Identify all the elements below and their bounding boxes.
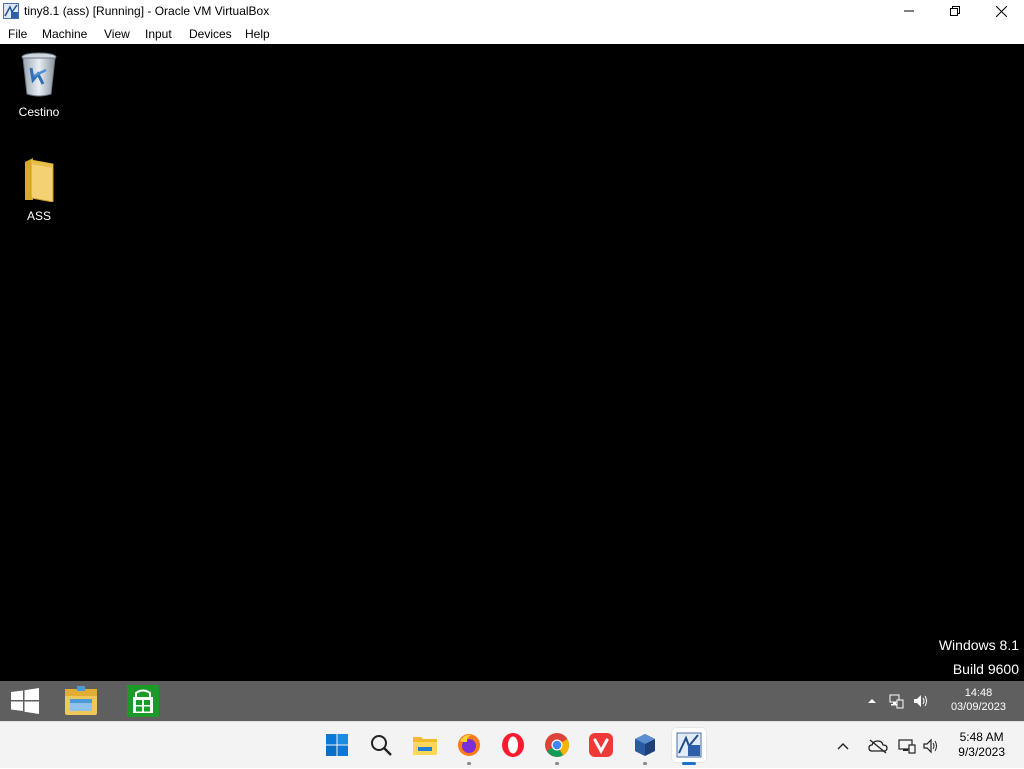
virtualbox-icon <box>635 734 655 756</box>
host-opera[interactable] <box>496 728 530 762</box>
chevron-up-icon[interactable] <box>836 739 850 753</box>
network-icon[interactable] <box>898 738 916 754</box>
desktop-icon-ass-folder[interactable]: ASS <box>3 156 75 223</box>
vm-clock-date: 03/09/2023 <box>950 701 1006 713</box>
vm-start-button[interactable] <box>6 681 44 721</box>
host-file-explorer[interactable] <box>408 728 442 762</box>
virtualbox-vm-icon <box>676 732 702 758</box>
menu-devices[interactable]: Devices <box>189 27 232 41</box>
desktop-icon-label: Cestino <box>18 105 60 119</box>
vm-system-tray <box>866 681 928 721</box>
host-clock[interactable]: 5:48 AM 9/3/2023 <box>958 730 1005 760</box>
store-icon <box>127 685 159 717</box>
host-chrome[interactable] <box>540 728 574 765</box>
vm-clock-time: 14:48 <box>964 687 993 699</box>
windows-version-watermark: Windows 8.1 <box>938 637 1019 653</box>
onedrive-icon[interactable] <box>868 738 888 754</box>
desktop-icon-label: ASS <box>26 209 51 223</box>
menu-file[interactable]: File <box>8 27 27 41</box>
search-icon <box>371 735 392 756</box>
vm-clock[interactable]: 14:48 03/09/2023 <box>951 686 1006 714</box>
host-clock-time: 5:48 AM <box>959 730 1004 744</box>
menu-view[interactable]: View <box>104 27 130 41</box>
close-button[interactable] <box>978 0 1024 22</box>
volume-icon[interactable] <box>922 738 940 754</box>
window-title: tiny8.1 (ass) [Running] - Oracle VM Virt… <box>24 4 270 18</box>
restore-icon <box>950 6 960 16</box>
host-clock-date: 9/3/2023 <box>958 745 1005 759</box>
folder-icon <box>25 158 54 203</box>
network-icon[interactable] <box>888 693 904 709</box>
vm-screen[interactable]: Cestino ASS Windows 8.1 Build 9600 <box>0 44 1024 681</box>
host-system-tray <box>836 722 940 769</box>
file-explorer-icon <box>413 737 437 755</box>
restore-button[interactable] <box>932 0 978 22</box>
chrome-icon <box>545 733 570 757</box>
vm-taskbar-store[interactable] <box>124 681 162 721</box>
windows-build-watermark: Build 9600 <box>952 661 1019 677</box>
vm-taskbar-file-explorer[interactable] <box>60 681 102 721</box>
running-indicator <box>555 762 559 765</box>
menu-machine[interactable]: Machine <box>42 27 87 41</box>
firefox-icon <box>458 734 480 756</box>
running-indicator <box>643 762 647 765</box>
virtualbox-vm-icon <box>3 3 19 19</box>
volume-icon[interactable] <box>912 693 928 709</box>
host-vivaldi[interactable] <box>584 728 618 762</box>
menu-bar: File Machine View Input Devices Help <box>0 22 1024 44</box>
vm-taskbar: 14:48 03/09/2023 <box>0 681 1024 721</box>
menu-input[interactable]: Input <box>145 27 172 41</box>
menu-help[interactable]: Help <box>245 27 270 41</box>
desktop-icon-recycle-bin[interactable]: Cestino <box>3 50 75 119</box>
close-icon <box>995 5 1007 17</box>
minimize-icon <box>904 10 914 12</box>
minimize-button[interactable] <box>886 0 932 22</box>
start-icon <box>11 688 39 714</box>
running-indicator-active <box>682 762 696 765</box>
recycle-bin-icon <box>21 52 57 97</box>
window-titlebar[interactable]: tiny8.1 (ass) [Running] - Oracle VM Virt… <box>0 0 1024 22</box>
host-virtualbox-vm-window[interactable] <box>672 728 706 765</box>
vivaldi-icon <box>589 733 613 757</box>
host-start-button[interactable] <box>320 728 354 762</box>
host-taskbar: 5:48 AM 9/3/2023 <box>0 721 1024 768</box>
host-firefox[interactable] <box>452 728 486 765</box>
file-explorer-icon <box>65 686 97 715</box>
host-virtualbox[interactable] <box>628 728 662 765</box>
running-indicator <box>467 762 471 765</box>
opera-icon <box>502 733 524 757</box>
host-search-button[interactable] <box>364 728 398 762</box>
chevron-up-icon[interactable] <box>866 695 878 707</box>
windows-start-icon <box>326 734 348 756</box>
